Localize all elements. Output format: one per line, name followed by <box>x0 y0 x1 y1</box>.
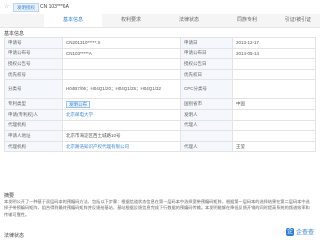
info-label-text: 申请(专利权)人 <box>8 111 38 117</box>
info-row: 申请号 CN201310*****.X 申请日 2013-12-17 <box>4 37 316 49</box>
tab-basic-info[interactable]: 基本信息 <box>44 14 103 27</box>
info-value-text[interactable]: 北京路浩知识产权代理有限公司 <box>66 144 129 149</box>
info-label: 代理人 <box>180 119 233 132</box>
info-value <box>232 58 316 70</box>
brand-logo: 企企查查 <box>285 228 314 238</box>
info-label: 申请日 <box>180 37 233 49</box>
info-value-text: CN201310*****.X <box>66 40 101 46</box>
info-row: 代理机构 代理人 <box>4 119 316 132</box>
info-row: 授权公告号 授权公告日 <box>4 58 316 70</box>
info-label: 优先权日 <box>180 68 233 81</box>
info-value <box>62 68 181 81</box>
info-label: 申请(专利权)人 <box>4 108 63 121</box>
info-label: 专利类型 <box>4 98 63 110</box>
info-row: 分类号 H04B7/06；H04Q1/20；H04Q1/25；H04Q1/32 CP… <box>4 79 316 100</box>
tab-bar: 基本信息 权利要求 法律状态 同族专利 引证/被引证 <box>0 14 320 28</box>
brand-name: 企查查 <box>295 230 314 236</box>
info-value <box>232 79 316 100</box>
info-value-text: 北京市海淀区西土城路10号 <box>66 132 121 138</box>
legal-status-title: 法律状态 <box>4 233 25 239</box>
info-value <box>232 119 316 132</box>
info-row: 专利类型 发明公布 国别省市 中国 <box>4 98 316 110</box>
publication-number: CN 103***6A <box>40 4 69 10</box>
info-value-text[interactable]: 北京邮电大学 <box>66 112 93 117</box>
info-label-text: 申请公布号 <box>8 50 31 56</box>
info-value-text: 发明公布 <box>66 100 90 108</box>
info-label-text: CPC分类号 <box>184 86 208 92</box>
info-value <box>62 119 181 132</box>
info-label: 代理机构 <box>4 140 63 153</box>
info-label: 代理机构 <box>4 119 63 132</box>
info-label-text: 授权公告日 <box>184 60 207 66</box>
info-label: 申请人地址 <box>4 130 63 142</box>
info-label: 发明人 <box>180 108 233 121</box>
info-label: 分类号 <box>4 79 63 100</box>
info-value <box>232 130 316 142</box>
patent-type-badge: 发明授权 <box>13 3 39 12</box>
qichacha-logo-icon: 企 <box>285 228 294 237</box>
info-value-text: H04B7/06；H04Q1/20；H04Q1/25；H04Q1/32 <box>66 86 162 92</box>
info-value[interactable]: 北京邮电大学 <box>62 108 181 121</box>
info-label-text: 授权公告号 <box>8 60 31 66</box>
info-value: 2013-12-17 <box>232 37 316 49</box>
info-value: 中国 <box>232 98 316 110</box>
info-row: 优先权号 优先权日 <box>4 68 316 81</box>
patent-info-table: 申请号 CN201310*****.X 申请日 2013-12-17 申请公布号 CN10… <box>4 37 316 153</box>
info-label-text: 申请人地址 <box>8 132 31 138</box>
tab-claims[interactable]: 权利要求 <box>102 14 161 27</box>
info-label-text: 申请公布日 <box>184 50 207 56</box>
info-label: 代理人 <box>180 140 233 153</box>
info-label: 申请公布号 <box>4 47 63 60</box>
info-label-text: 优先权日 <box>184 71 202 77</box>
info-value-text: 2014-05-14 <box>236 50 260 56</box>
section-title: 基本信息 <box>4 31 25 37</box>
star-icon[interactable]: ☆ <box>4 4 9 10</box>
info-value: 发明公布 <box>62 98 181 110</box>
info-value-text: 王莹 <box>236 143 245 149</box>
info-label: 国别省市 <box>180 98 233 110</box>
info-label: 授权公告号 <box>4 58 63 70</box>
info-value-text: CN103*****A <box>66 50 92 56</box>
info-value-text: 中国 <box>236 101 245 107</box>
info-value: 北京市海淀区西土城路10号 <box>62 130 181 142</box>
info-label-text: 代理人 <box>184 122 198 128</box>
info-value: H04B7/06；H04Q1/20；H04Q1/25；H04Q1/32 <box>62 79 181 100</box>
info-label-text: 优先权号 <box>8 71 26 77</box>
info-row: 代理机构 北京路浩知识产权代理有限公司 代理人 王莹 <box>4 140 316 153</box>
info-label-text: 国别省市 <box>184 101 202 107</box>
info-row: 申请公布号 CN103*****A 申请公布日 2014-05-14 <box>4 47 316 60</box>
info-value <box>62 58 181 70</box>
abstract-title: 摘要 <box>4 193 15 199</box>
info-label <box>180 130 233 142</box>
info-label: 申请号 <box>4 37 63 49</box>
tab-legal-status[interactable]: 法律状态 <box>160 14 219 27</box>
info-value[interactable]: 北京路浩知识产权代理有限公司 <box>62 140 181 153</box>
info-value <box>232 108 316 121</box>
info-value: 王莹 <box>232 140 316 153</box>
info-label-text: 代理机构 <box>8 143 26 149</box>
info-value: CN103*****A <box>62 47 181 60</box>
info-value: CN201310*****.X <box>62 37 181 49</box>
info-row: 申请人地址 北京市海淀区西土城路10号 <box>4 130 316 142</box>
info-label-text: 发明人 <box>184 111 198 117</box>
info-label-text: 申请号 <box>8 39 22 45</box>
info-label-text: 申请日 <box>184 39 198 45</box>
info-label: 优先权号 <box>4 68 63 81</box>
info-value <box>232 68 316 81</box>
info-label-text: 分类号 <box>8 86 22 92</box>
info-label: 授权公告日 <box>180 58 233 70</box>
info-label-text: 专利类型 <box>8 101 26 107</box>
info-label-text: 代理人 <box>184 143 198 149</box>
document-header: ☆ 发明授权 CN 103***6A <box>0 0 320 14</box>
tab-citations[interactable]: 引证/被引证 <box>276 14 320 27</box>
tab-basic-info-placeholder[interactable] <box>0 14 45 27</box>
info-label: 申请公布日 <box>180 47 233 60</box>
info-label: CPC分类号 <box>180 79 233 100</box>
info-row: 申请(专利权)人 北京邮电大学 发明人 <box>4 108 316 121</box>
info-value: 2014-05-14 <box>232 47 316 60</box>
info-label-text: 代理机构 <box>8 122 26 128</box>
abstract-text: 本发明公开了一种基于双层码本的预编码方法，包括以下步骤：根据信道状态信息在第一层… <box>4 199 310 217</box>
tab-family[interactable]: 同族专利 <box>218 14 277 27</box>
info-value-text: 2013-12-17 <box>236 40 260 46</box>
